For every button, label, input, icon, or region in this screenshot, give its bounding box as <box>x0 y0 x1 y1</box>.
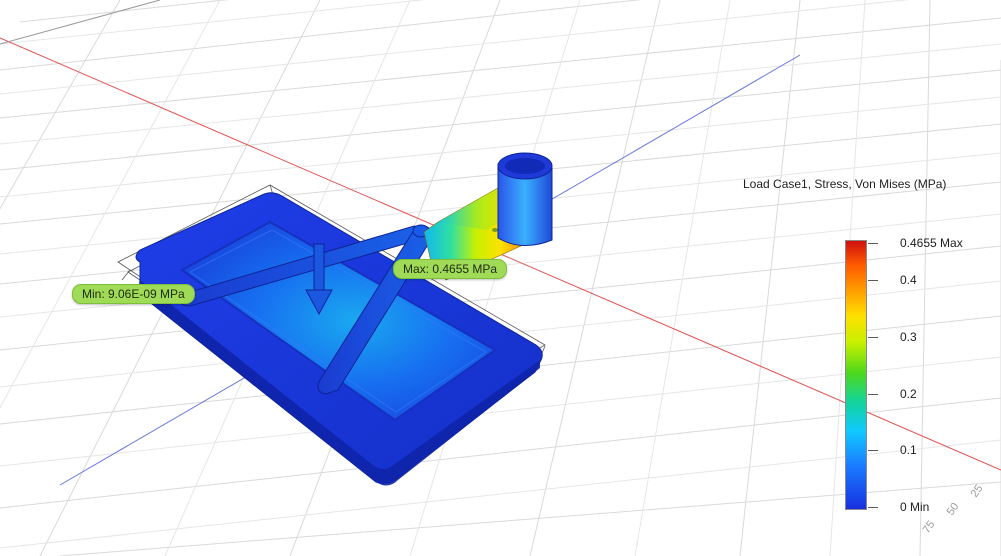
stress-colorbar <box>845 240 867 510</box>
legend-tick-mark <box>868 507 878 508</box>
grid-label-75: 75 <box>921 519 938 536</box>
arm-hole <box>492 228 498 232</box>
legend-tick-label: 0.3 <box>900 329 917 344</box>
legend-title: Load Case1, Stress, Von Mises (MPa) <box>743 177 947 191</box>
legend-tick-label: 0.1 <box>900 443 917 458</box>
legend-tick-label: 0 Min <box>900 500 930 514</box>
legend-tick-label: 0.4 <box>900 273 917 288</box>
legend-tick-mark <box>868 450 878 452</box>
min-value-probe[interactable]: Min: 9.06E-09 MPa <box>72 284 195 304</box>
grid-label-50: 50 <box>945 501 962 518</box>
legend-tick-mark <box>868 243 878 244</box>
legend-tick-mark <box>868 336 878 338</box>
cylinder-bore <box>505 158 545 174</box>
max-value-probe[interactable]: Max: 0.4655 MPa <box>393 259 508 279</box>
legend-tick-label: 0.2 <box>900 386 917 401</box>
legend-tick-mark <box>868 280 878 282</box>
grid-label-25: 25 <box>969 483 986 500</box>
fea-model[interactable] <box>117 152 553 486</box>
legend-tick-label: 0.4655 Max <box>900 236 963 250</box>
legend-tick-mark <box>868 393 878 395</box>
